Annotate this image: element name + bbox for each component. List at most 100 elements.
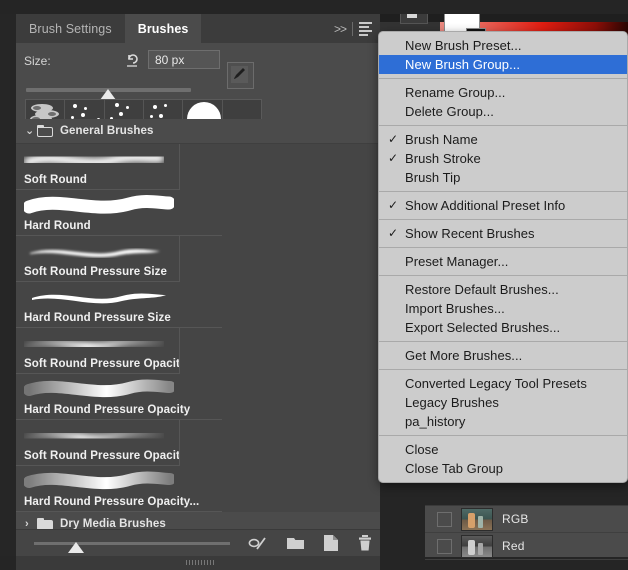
menu-item-label: Brush Stroke (405, 151, 481, 166)
menu-item[interactable]: pa_history (379, 412, 627, 431)
panel-resize-grip[interactable] (186, 560, 214, 565)
check-icon: ✓ (388, 226, 399, 240)
panel-bottom-bar (16, 529, 380, 557)
left-toolbar-rail (0, 0, 16, 556)
brush-item[interactable]: Soft Round (16, 144, 180, 190)
menu-item-label: Show Additional Preset Info (405, 198, 566, 213)
channel-label: RGB (502, 512, 529, 526)
menu-item-label: Brush Name (405, 132, 478, 147)
menu-item[interactable]: Close (379, 440, 627, 459)
panel-tab-bar: Brush Settings Brushes >> (16, 14, 380, 43)
thumbnail-size-slider-thumb[interactable] (68, 542, 84, 553)
tool-divider (352, 21, 353, 36)
brush-name: Hard Round Pressure Size (24, 312, 171, 324)
delete-brush-icon[interactable] (358, 535, 372, 556)
toggle-brush-preset-icon[interactable] (248, 536, 267, 556)
menu-item-label: Brush Tip (405, 170, 461, 185)
brush-item[interactable]: Soft Round Pressure Size (16, 236, 180, 282)
folder-icon (37, 518, 53, 529)
brush-item[interactable]: Hard Round Pressure Opacity... (16, 466, 222, 512)
brush-list[interactable]: ⌄ General Brushes Soft Round Hard Round (16, 119, 380, 529)
brush-item[interactable]: Hard Round (16, 190, 222, 236)
menu-item[interactable]: Rename Group... (379, 83, 627, 102)
brush-group-label: Dry Media Brushes (60, 518, 166, 529)
tab-bar-spacer (201, 14, 334, 43)
menu-item[interactable]: New Brush Group... (379, 55, 627, 74)
menu-item-label: Delete Group... (405, 104, 494, 119)
menu-item[interactable]: Legacy Brushes (379, 393, 627, 412)
channel-thumbnail (461, 507, 493, 531)
chevron-down-icon[interactable]: ⌄ (25, 125, 37, 137)
menu-item[interactable]: New Brush Preset... (379, 36, 627, 55)
channel-visibility-checkbox[interactable] (437, 511, 452, 527)
menu-item-label: Get More Brushes... (405, 348, 523, 363)
menu-item[interactable]: ✓ Show Additional Preset Info (379, 196, 627, 215)
overflow-chevron-icon[interactable]: >> (334, 22, 347, 36)
menu-item[interactable]: Get More Brushes... (379, 346, 627, 365)
brush-name: Soft Round Pressure Opacity (24, 358, 180, 370)
menu-item-label: Converted Legacy Tool Presets (405, 376, 587, 391)
menu-item-label: Restore Default Brushes... (405, 282, 559, 297)
top-app-rail (0, 0, 628, 14)
brushes-panel-context-menu[interactable]: New Brush Preset... New Brush Group... Ren… (378, 31, 628, 483)
panel-menu-icon[interactable] (359, 21, 372, 36)
brush-stroke-preview (24, 429, 164, 443)
menu-item[interactable]: Converted Legacy Tool Presets (379, 374, 627, 393)
brush-item[interactable]: Hard Round Pressure Opacity (16, 374, 222, 420)
new-group-folder-icon[interactable] (287, 536, 304, 555)
menu-separator (379, 191, 627, 192)
new-brush-icon[interactable] (324, 535, 338, 556)
menu-item[interactable]: Restore Default Brushes... (379, 280, 627, 299)
menu-item[interactable]: Close Tab Group (379, 459, 627, 478)
channel-row-rgb[interactable]: RGB (425, 506, 628, 533)
brush-grid: Soft Round Hard Round Soft Round Pressur… (16, 144, 380, 512)
menu-item[interactable]: Brush Tip (379, 168, 627, 187)
menu-item-label: New Brush Group... (405, 57, 521, 72)
brush-item[interactable]: Soft Round Pressure Opacity ... (16, 420, 180, 466)
brush-group-dry-media[interactable]: › Dry Media Brushes (16, 512, 380, 529)
thumbnail-size-slider-track[interactable] (34, 542, 230, 545)
brush-stroke-preview (24, 379, 174, 398)
brush-preset-icon[interactable] (227, 62, 254, 89)
tab-brushes[interactable]: Brushes (124, 14, 202, 43)
brush-name: Soft Round Pressure Opacity ... (24, 450, 180, 462)
size-input[interactable]: 80 px (148, 50, 220, 69)
brush-name: Soft Round Pressure Size (24, 266, 167, 278)
brush-stroke-preview (24, 471, 174, 490)
tab-label: Brush Settings (29, 21, 112, 36)
tab-bar-tools: >> (334, 14, 380, 43)
brush-item[interactable]: Hard Round Pressure Size (16, 282, 222, 328)
menu-item[interactable]: ✓ Brush Name (379, 130, 627, 149)
folder-icon (37, 125, 53, 137)
brush-size-area: Size: 80 px (16, 43, 380, 141)
menu-item[interactable]: Preset Manager... (379, 252, 627, 271)
menu-separator (379, 247, 627, 248)
menu-separator (379, 125, 627, 126)
brush-stroke-preview (24, 337, 164, 351)
brush-stroke-preview (24, 152, 164, 167)
brush-group-general[interactable]: ⌄ General Brushes (16, 119, 380, 144)
menu-item-label: Export Selected Brushes... (405, 320, 561, 335)
brush-name: Hard Round Pressure Opacity... (24, 496, 200, 508)
reset-arrow-icon[interactable] (124, 51, 142, 69)
menu-item-label: Import Brushes... (405, 301, 505, 316)
panel-bottom-icons (248, 535, 372, 556)
brush-stroke-preview (24, 194, 174, 214)
menu-item[interactable]: Export Selected Brushes... (379, 318, 627, 337)
menu-item[interactable]: ✓ Show Recent Brushes (379, 224, 627, 243)
size-label: Size: (24, 54, 51, 68)
menu-item[interactable]: ✓ Brush Stroke (379, 149, 627, 168)
brush-name: Hard Round (24, 220, 91, 232)
channel-thumbnail (461, 534, 493, 558)
channel-visibility-checkbox[interactable] (437, 538, 452, 554)
brush-item[interactable]: Soft Round Pressure Opacity (16, 328, 180, 374)
brush-stroke-preview (30, 249, 160, 258)
menu-separator (379, 435, 627, 436)
chevron-right-icon[interactable]: › (25, 518, 37, 529)
check-icon: ✓ (388, 132, 399, 146)
menu-item-label: Preset Manager... (405, 254, 509, 269)
menu-item[interactable]: Delete Group... (379, 102, 627, 121)
menu-item-label: Rename Group... (405, 85, 506, 100)
menu-item[interactable]: Import Brushes... (379, 299, 627, 318)
tab-brush-settings[interactable]: Brush Settings (16, 14, 125, 43)
